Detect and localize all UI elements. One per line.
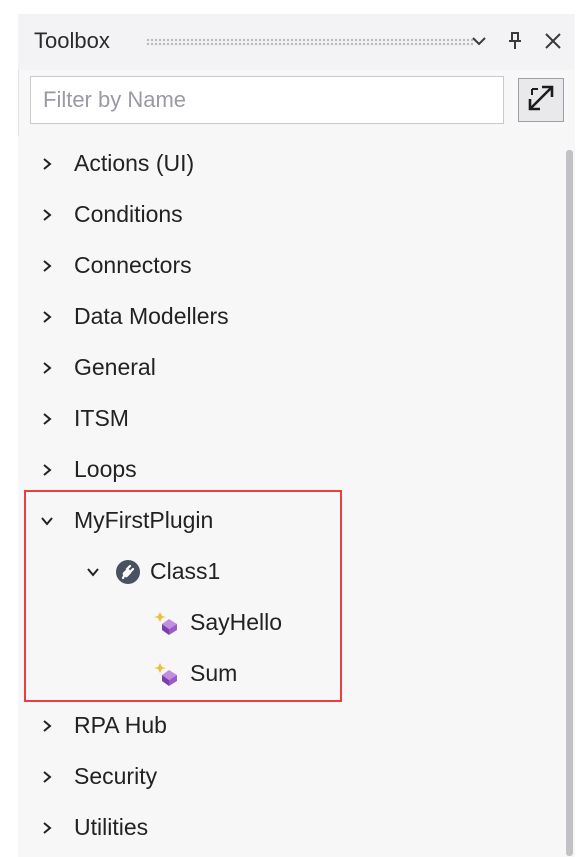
tree-item-general[interactable]: General	[36, 342, 156, 393]
tree-item-label: Connectors	[74, 252, 192, 278]
tree-item-label: Loops	[74, 456, 137, 482]
plugin-class-icon	[114, 558, 142, 586]
tree-item-conditions[interactable]: Conditions	[36, 189, 183, 240]
chevron-right-icon[interactable]	[36, 715, 58, 737]
tree-item-data-modellers[interactable]: Data Modellers	[36, 291, 229, 342]
chevron-down-icon[interactable]	[82, 561, 104, 583]
method-icon	[154, 661, 180, 687]
tree-item-label: RPA Hub	[74, 712, 167, 738]
expand-arrows-icon	[526, 83, 556, 118]
tree-item-label: Class1	[150, 558, 221, 584]
chevron-right-icon[interactable]	[36, 204, 58, 226]
tree-item-itsm[interactable]: ITSM	[36, 393, 129, 444]
tree-item-utilities[interactable]: Utilities	[36, 802, 148, 853]
filter-by-name-input[interactable]	[30, 76, 504, 124]
method-icon	[154, 610, 180, 636]
tree-item-label: Sum	[190, 660, 238, 686]
tree-item-rpa-hub[interactable]: RPA Hub	[36, 700, 167, 751]
tree-item-label: General	[74, 354, 156, 380]
chevron-right-icon[interactable]	[36, 459, 58, 481]
chevron-right-icon[interactable]	[36, 357, 58, 379]
chevron-right-icon[interactable]	[36, 153, 58, 175]
tree-item-label: Utilities	[74, 814, 149, 840]
tree-item-label: Conditions	[74, 201, 183, 227]
title-bar-grip[interactable]	[146, 38, 474, 46]
pop-out-button[interactable]	[518, 78, 564, 122]
tree-item-actions-ui[interactable]: Actions (UI)	[36, 138, 194, 189]
chevron-right-icon[interactable]	[36, 817, 58, 839]
toolbox-tree: Actions (UI) Conditions Connectors Data …	[18, 136, 574, 857]
toolbox-title-bar[interactable]: Toolbox	[18, 14, 574, 70]
tree-item-label: Data Modellers	[74, 303, 229, 329]
tree-item-class1[interactable]: Class1	[82, 546, 220, 597]
tree-item-label: Security	[74, 763, 158, 789]
tree-item-myfirstplugin[interactable]: MyFirstPlugin	[36, 495, 213, 546]
tree-item-label: ITSM	[74, 405, 129, 431]
tree-item-connectors[interactable]: Connectors	[36, 240, 192, 291]
toolbox-window: Toolbox Action	[0, 0, 576, 857]
pin-icon[interactable]	[502, 28, 528, 54]
chevron-right-icon[interactable]	[36, 306, 58, 328]
chevron-right-icon[interactable]	[36, 255, 58, 277]
tree-item-label: Actions (UI)	[74, 150, 195, 176]
toolbox-title: Toolbox	[34, 28, 110, 53]
tree-item-loops[interactable]: Loops	[36, 444, 137, 495]
tree-item-security[interactable]: Security	[36, 751, 157, 802]
tree-item-label: MyFirstPlugin	[74, 507, 214, 533]
tree-item-sayhello[interactable]: SayHello	[154, 597, 282, 648]
chevron-down-icon[interactable]	[36, 510, 58, 532]
tree-item-label: SayHello	[190, 609, 283, 635]
close-icon[interactable]	[540, 28, 566, 54]
chevron-right-icon[interactable]	[36, 766, 58, 788]
chevron-down-icon[interactable]	[466, 28, 492, 54]
vertical-scrollbar[interactable]	[566, 150, 573, 856]
chevron-right-icon[interactable]	[36, 408, 58, 430]
tree-item-sum[interactable]: Sum	[154, 648, 237, 699]
